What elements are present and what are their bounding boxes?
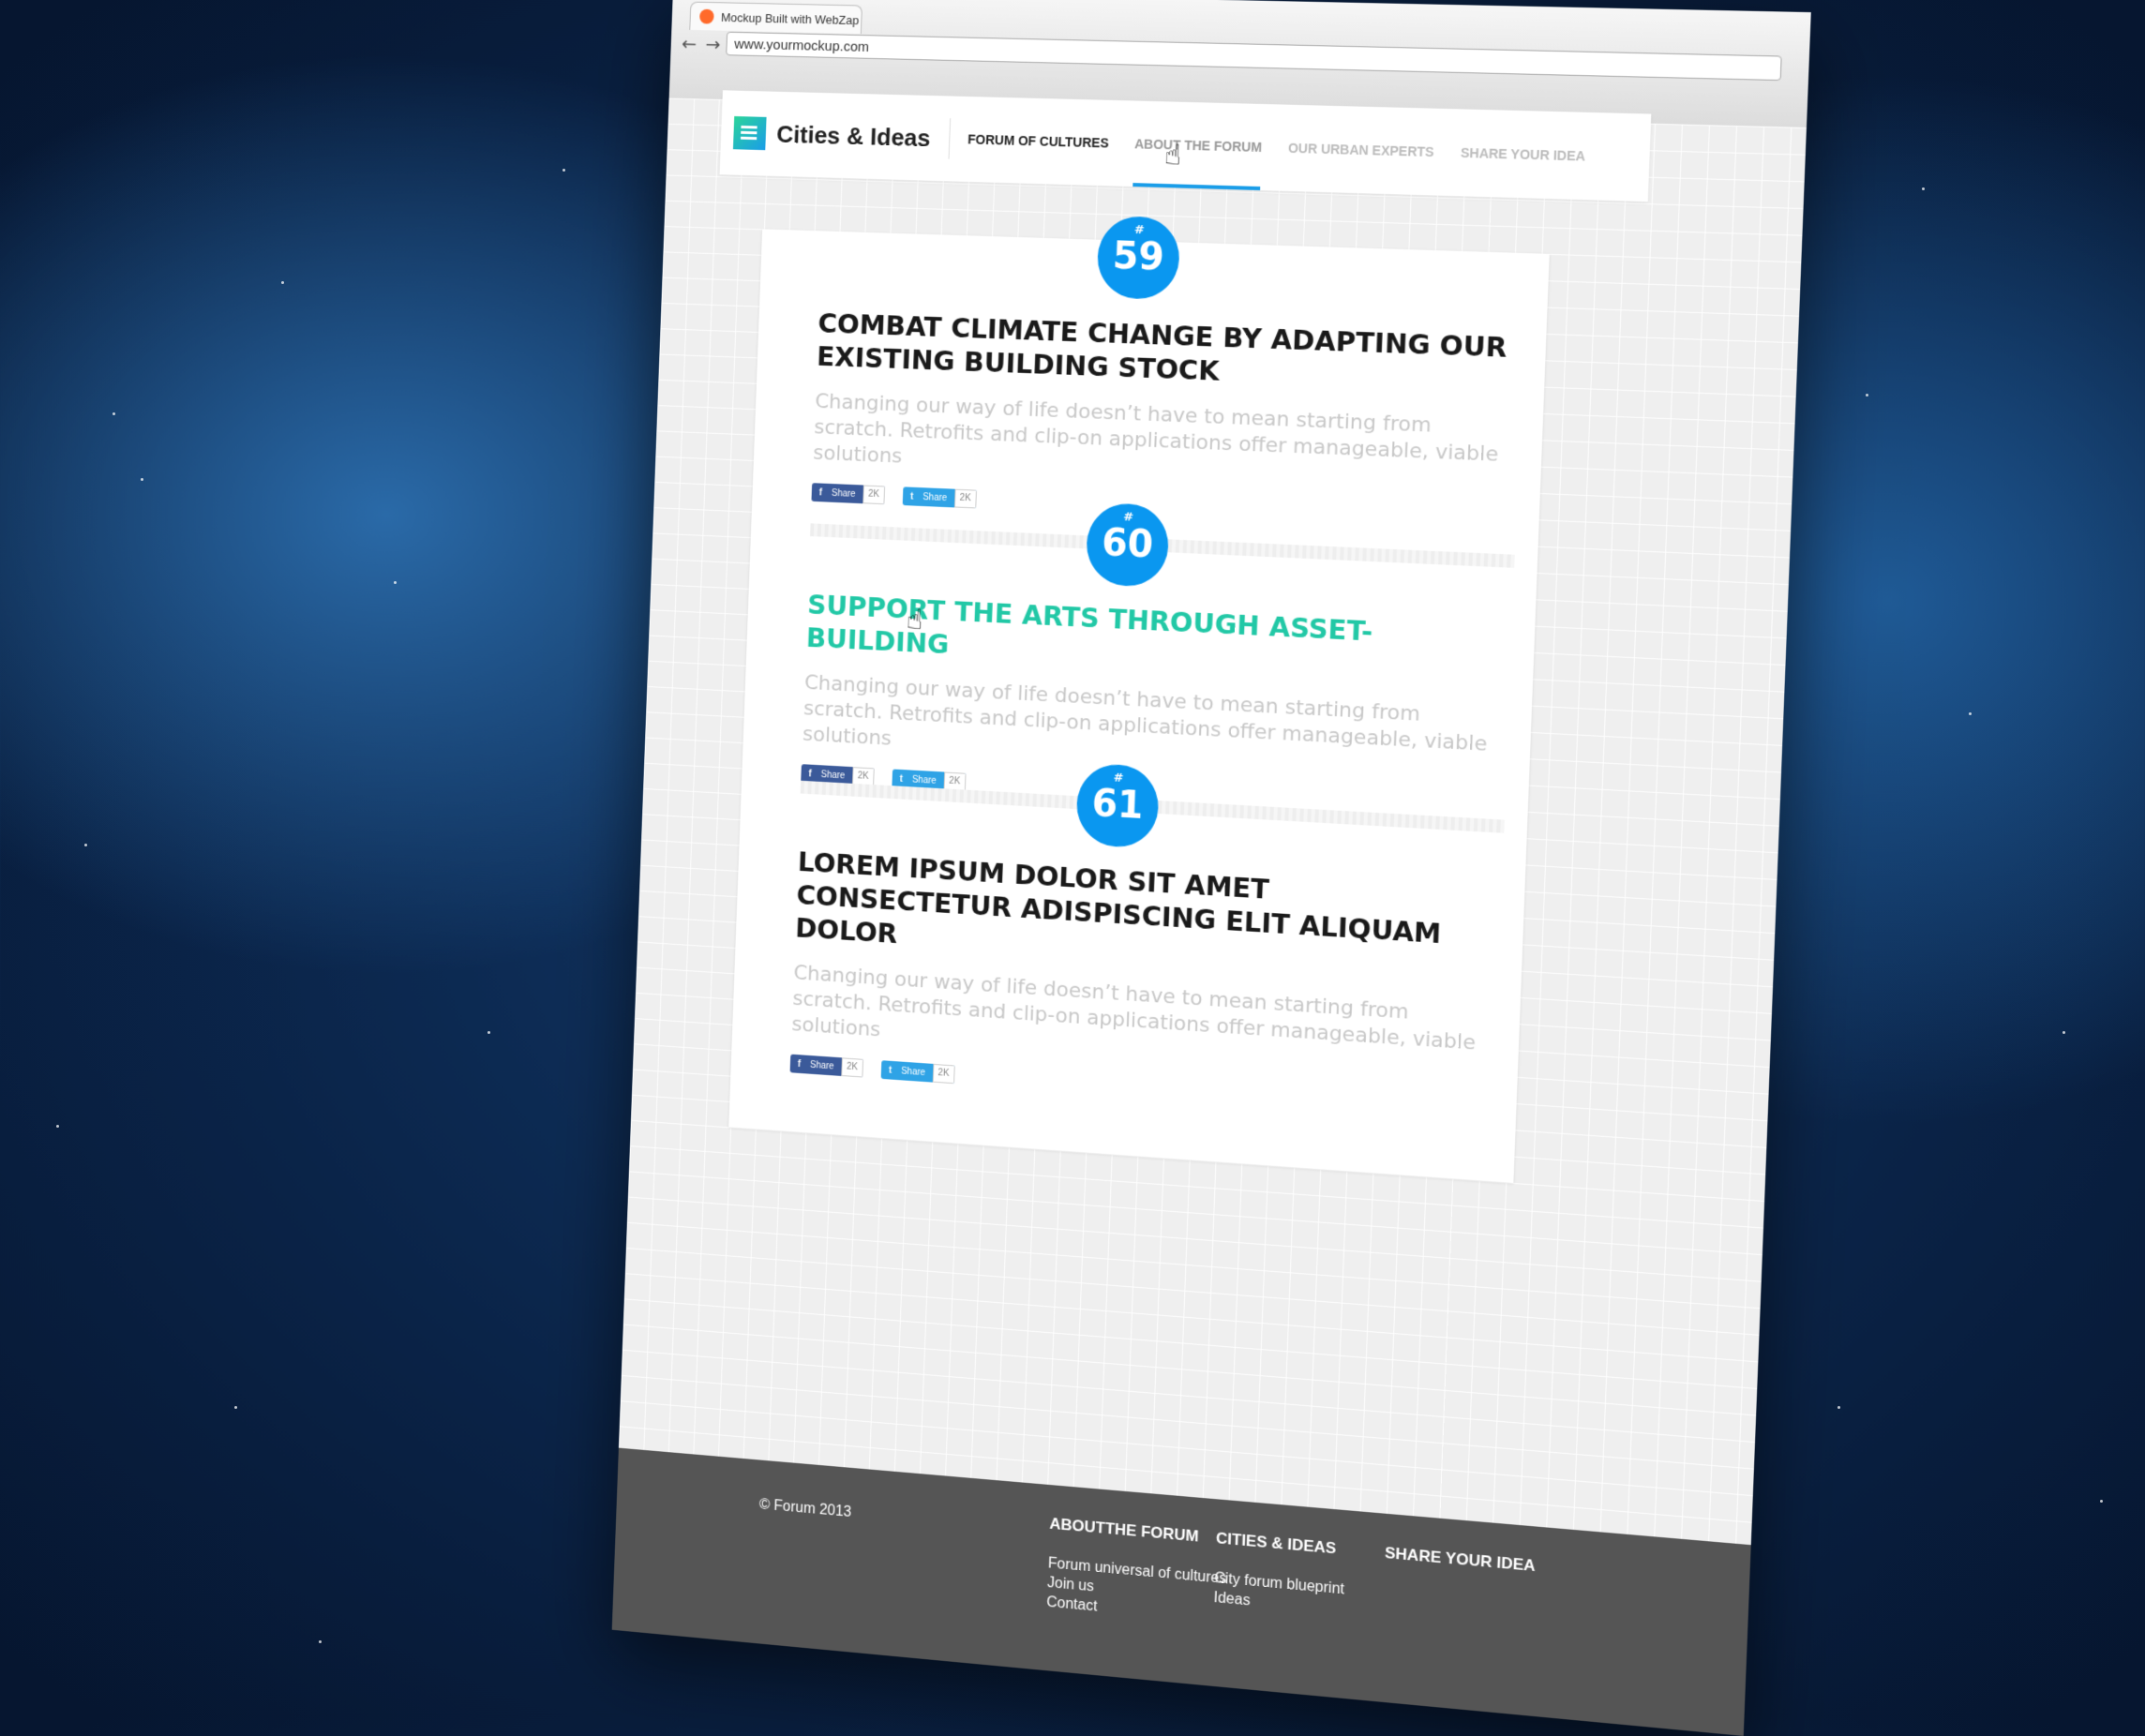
badge-number: 61	[1090, 782, 1145, 828]
hand-cursor-icon: ☝	[906, 603, 924, 637]
browser-tab[interactable]: Mockup Built with WebZap	[689, 1, 862, 35]
twitter-share-button[interactable]: t Share 2K	[880, 1060, 955, 1085]
site-footer: © Forum 2013 ABOUTTHE FORUM Forum univer…	[611, 1447, 1751, 1736]
nav-share-your-idea[interactable]: SHARE YOUR IDEA	[1459, 109, 1587, 200]
badge-hash: #	[1133, 222, 1146, 238]
idea-description: Changing our way of life doesn’t have to…	[812, 390, 1499, 469]
copyright: © Forum 2013	[758, 1496, 852, 1520]
share-count: 2K	[862, 485, 886, 505]
share-count: 2K	[840, 1057, 864, 1078]
hand-cursor-icon: ☝	[1163, 139, 1182, 172]
footer-column-about: ABOUTTHE FORUM Forum universal of cultur…	[1046, 1515, 1228, 1628]
facebook-icon: f	[797, 1058, 802, 1070]
facebook-share-button[interactable]: f Share 2K	[811, 483, 886, 505]
twitter-share-button[interactable]: t Share 2K	[902, 486, 977, 509]
share-label: Share	[900, 1066, 926, 1078]
idea-title[interactable]: COMBAT CLIMATE CHANGE BY ADAPTING OUR EX…	[817, 307, 1523, 399]
footer-column-share: SHARE YOUR IDEA	[1384, 1544, 1536, 1596]
tab-title: Mockup Built with WebZap	[720, 9, 860, 27]
share-label: Share	[809, 1059, 834, 1071]
logo-text: Cities & Ideas	[775, 119, 932, 152]
share-count: 2K	[932, 1063, 955, 1085]
badge-number: 59	[1111, 234, 1165, 279]
favicon-icon	[699, 8, 714, 24]
twitter-icon: t	[888, 1065, 892, 1076]
share-label: Share	[922, 491, 948, 503]
idea-number-badge: # 61	[1075, 762, 1161, 849]
nav-buttons: ← →	[682, 33, 721, 55]
idea-number-badge: # 60	[1085, 501, 1170, 589]
footer-heading: CITIES & IDEAS	[1215, 1529, 1337, 1558]
share-label: Share	[820, 769, 846, 781]
ideas-card: # 59 COMBAT CLIMATE CHANGE BY ADAPTING O…	[728, 215, 1550, 1183]
idea-item: COMBAT CLIMATE CHANGE BY ADAPTING OUR EX…	[811, 307, 1523, 532]
back-arrow-icon[interactable]: ←	[682, 33, 698, 55]
address-bar[interactable]: www.yourmockup.com	[726, 31, 1782, 82]
nav-about-the-forum[interactable]: ABOUT THE FORUM	[1132, 101, 1263, 191]
twitter-icon: t	[909, 491, 914, 502]
page-content: Cities & Ideas FORUM OF CULTURES ABOUT T…	[611, 90, 1807, 1736]
footer-heading: ABOUTTHE FORUM	[1049, 1514, 1200, 1546]
share-label: Share	[831, 487, 856, 500]
nav-our-urban-experts[interactable]: OUR URBAN EXPERTS	[1286, 105, 1435, 196]
header-divider	[948, 118, 951, 159]
facebook-icon: f	[808, 768, 812, 779]
footer-heading[interactable]: SHARE YOUR IDEA	[1385, 1544, 1536, 1576]
browser-window: Mockup Built with WebZap ← → www.yourmoc…	[611, 0, 1811, 1736]
twitter-icon: t	[899, 773, 904, 785]
idea-number-badge: # 59	[1096, 215, 1181, 301]
footer-column-cities: CITIES & IDEAS City forum blueprint Idea…	[1213, 1529, 1346, 1619]
logo[interactable]: Cities & Ideas	[732, 115, 932, 155]
main-nav: FORUM OF CULTURES ABOUT THE FORUM OUR UR…	[967, 97, 1587, 200]
nav-forum-of-cultures[interactable]: FORUM OF CULTURES	[967, 97, 1111, 186]
facebook-icon: f	[818, 486, 823, 498]
share-count: 2K	[953, 488, 977, 509]
share-label: Share	[911, 774, 937, 786]
forward-arrow-icon[interactable]: →	[705, 33, 721, 55]
logo-icon	[732, 115, 767, 151]
facebook-share-button[interactable]: f Share 2K	[789, 1054, 864, 1078]
idea-item: LOREM IPSUM DOLOR SIT AMET CONSECTETUR A…	[789, 845, 1503, 1120]
badge-number: 60	[1101, 521, 1154, 567]
